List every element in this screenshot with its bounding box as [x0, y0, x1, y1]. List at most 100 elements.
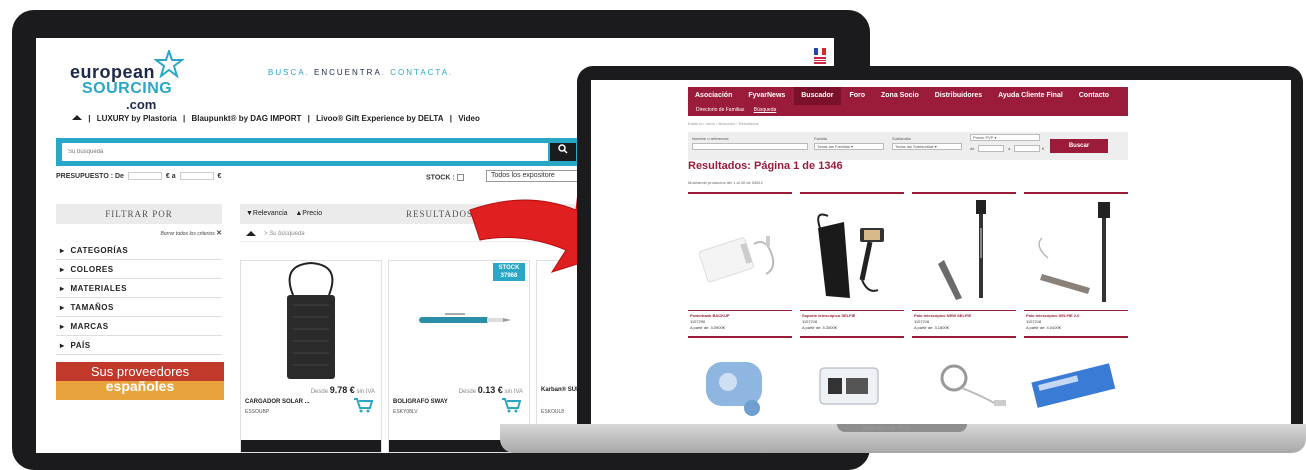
home-icon[interactable]: [246, 231, 256, 236]
filter-categorias[interactable]: CATEGORÍAS: [56, 241, 222, 260]
product-price: A partir de: 3.0900€: [690, 325, 725, 330]
breadcrumb-search[interactable]: > Su búsqueda: [264, 231, 305, 237]
search-button[interactable]: [550, 143, 576, 161]
results-subtitle: Mostrando productos del 1 al 40 de 53812: [688, 180, 763, 185]
cart-icon[interactable]: [501, 397, 521, 413]
search-button[interactable]: Buscar: [1050, 139, 1108, 153]
stock-label: STOCK :: [426, 174, 455, 182]
product-info: Powerbank BACKUP 1107290 A partir de: 3.…: [688, 310, 792, 338]
product-name[interactable]: BOLIGRAFO SWAY: [393, 399, 448, 405]
subnav-directorio[interactable]: Directorio de Familias: [696, 107, 744, 113]
promo-banner[interactable]: Sus proveedores españoles: [56, 362, 224, 400]
ref-input[interactable]: [692, 143, 808, 150]
nav-zona-socio[interactable]: Zona Socio: [874, 87, 926, 105]
site-logo[interactable]: european SOURCING .com: [70, 50, 200, 112]
product-card[interactable]: Soporte telescópico SELFIE 1107216 A par…: [800, 192, 904, 340]
main-nav: Asociación FyvarNews Buscador Foro Zona …: [688, 87, 1128, 105]
nav-ayuda[interactable]: Ayuda Cliente Final: [991, 87, 1070, 105]
price-select[interactable]: Precio PVP ▾: [970, 134, 1040, 141]
nav-distribuidores[interactable]: Distribuidores: [928, 87, 989, 105]
filter-colores[interactable]: COLORES: [56, 260, 222, 279]
price-label: Precio PVP: [973, 135, 994, 140]
nav-buscador[interactable]: Buscador: [794, 87, 841, 105]
french-flag-icon[interactable]: [814, 48, 826, 55]
nav-separator: |: [88, 114, 91, 123]
travel-kit-image[interactable]: [800, 348, 904, 424]
filter-tamanos[interactable]: TAMAÑOS: [56, 298, 222, 317]
tagline-part-3: . CONTACTA.: [381, 68, 454, 77]
bluetooth-shutter-image[interactable]: [688, 348, 792, 424]
clear-filters-link[interactable]: Borrar todos los criterios ✕: [56, 229, 222, 237]
price-tax: sin IVA: [356, 389, 375, 395]
subfamily-label: Subfamilia: [892, 136, 911, 141]
product-card[interactable]: Powerbank BACKUP 1107290 A partir de: 3.…: [688, 192, 792, 340]
usb-cable-image[interactable]: [912, 348, 1016, 424]
category-list: CATEGORÍAS COLORES MATERIALES TAMAÑOS MA…: [56, 241, 222, 355]
fyvar-screen: Asociación FyvarNews Buscador Foro Zona …: [591, 80, 1291, 424]
product-info: Soporte telescópico SELFIE 1107216 A par…: [800, 310, 904, 338]
nav-item-livoo[interactable]: Livoo® Gift Experience by DELTA: [316, 114, 443, 123]
star-logo-icon: [154, 50, 184, 78]
logo-text-sourcing: SOURCING: [82, 80, 173, 97]
stock-checkbox[interactable]: [456, 174, 464, 181]
results-title: Resultados: Página 1 de 1346: [688, 160, 843, 172]
nav-item-blaupunkt[interactable]: Blaupunkt® by DAG IMPORT: [191, 114, 301, 123]
price-to-input[interactable]: [1014, 145, 1040, 152]
language-flags: [814, 48, 826, 66]
sub-nav: Directorio de Familias Búsqueda: [688, 105, 1128, 116]
selfie-stick-image: [938, 200, 986, 300]
nav-asociacion[interactable]: Asociación: [688, 87, 739, 105]
selfie-stick-2-image: [1038, 202, 1110, 302]
powerbank-image: [698, 236, 775, 283]
stock-filter: STOCK :: [426, 174, 464, 181]
blue-pouch-image[interactable]: [1024, 348, 1128, 424]
filter-materiales[interactable]: MATERIALES: [56, 279, 222, 298]
product-price: A partir de: 3.1800€: [914, 325, 949, 330]
search-bar: [56, 138, 582, 166]
home-icon[interactable]: [72, 115, 82, 121]
sort-relevance[interactable]: ▼Relevancia: [246, 210, 288, 217]
nav-foro[interactable]: Foro: [842, 87, 872, 105]
filter-marcas[interactable]: MARCAS: [56, 317, 222, 336]
budget-max-input[interactable]: [179, 172, 214, 180]
family-select[interactable]: Todas las Familias ▾: [814, 143, 884, 150]
ref-label: Nombre o referencia: [692, 136, 729, 141]
search-form: Nombre o referencia Familia Todas las Fa…: [688, 132, 1128, 160]
price-from-label: de: [970, 146, 975, 151]
product-price: Desde 9.78 € sin IVA: [311, 385, 375, 395]
product-name[interactable]: CARGADOR SOLAR ...: [245, 399, 310, 405]
price-value: 0.13 €: [477, 385, 503, 395]
nav-fyvarnews[interactable]: FyvarNews: [741, 87, 792, 105]
results-heading: RESULTADOS: [406, 209, 473, 219]
product-card[interactable]: Palo telescópico SELFIE 2.0 1107218 A pa…: [1024, 192, 1128, 340]
uk-flag-icon[interactable]: [814, 57, 826, 64]
search-input[interactable]: [62, 143, 548, 161]
product-price: A partir de: 5.3000€: [802, 325, 837, 330]
solar-charger-image: [287, 261, 335, 379]
family-label: Familia: [814, 136, 827, 141]
product-card[interactable]: Desde 9.78 € sin IVA CARGADOR SOLAR ... …: [240, 260, 382, 453]
budget-min-input[interactable]: [127, 172, 162, 180]
filter-pais[interactable]: PAÍS: [56, 336, 222, 355]
nav-item-luxury[interactable]: LUXURY by Plastoria: [97, 114, 177, 123]
nav-item-video[interactable]: Video: [458, 114, 480, 123]
product-code: ESKOUL8: [541, 409, 565, 415]
price-from-input[interactable]: [978, 145, 1004, 152]
product-info: Palo telescópico NEW SELFIE 1107216 A pa…: [912, 310, 1016, 338]
budget-label: PRESUPUESTO : De: [56, 172, 124, 180]
tagline-part-1: BUSCA.: [268, 68, 315, 77]
subfamily-select[interactable]: Todas las Subfamilias ▾: [892, 143, 962, 150]
nav-contacto[interactable]: Contacto: [1072, 87, 1116, 105]
product-code: ESSOUBP: [245, 409, 270, 415]
cart-icon[interactable]: [353, 397, 373, 413]
breadcrumb[interactable]: Estás en: Inicio / Buscador / Resultados: [688, 121, 759, 126]
euro-label: €: [1042, 146, 1045, 151]
product-bar: [241, 440, 381, 452]
clear-filters-label: Borrar todos los criterios: [160, 231, 215, 237]
sort-price[interactable]: ▲Precio: [295, 210, 322, 217]
promo-line-1: Sus proveedores: [90, 364, 190, 379]
search-icon: [558, 144, 568, 154]
subnav-busqueda[interactable]: Búsqueda: [754, 107, 777, 113]
product-card[interactable]: Palo telescópico NEW SELFIE 1107216 A pa…: [912, 192, 1016, 340]
tagline-part-2: ENCUENTRA: [314, 68, 382, 77]
